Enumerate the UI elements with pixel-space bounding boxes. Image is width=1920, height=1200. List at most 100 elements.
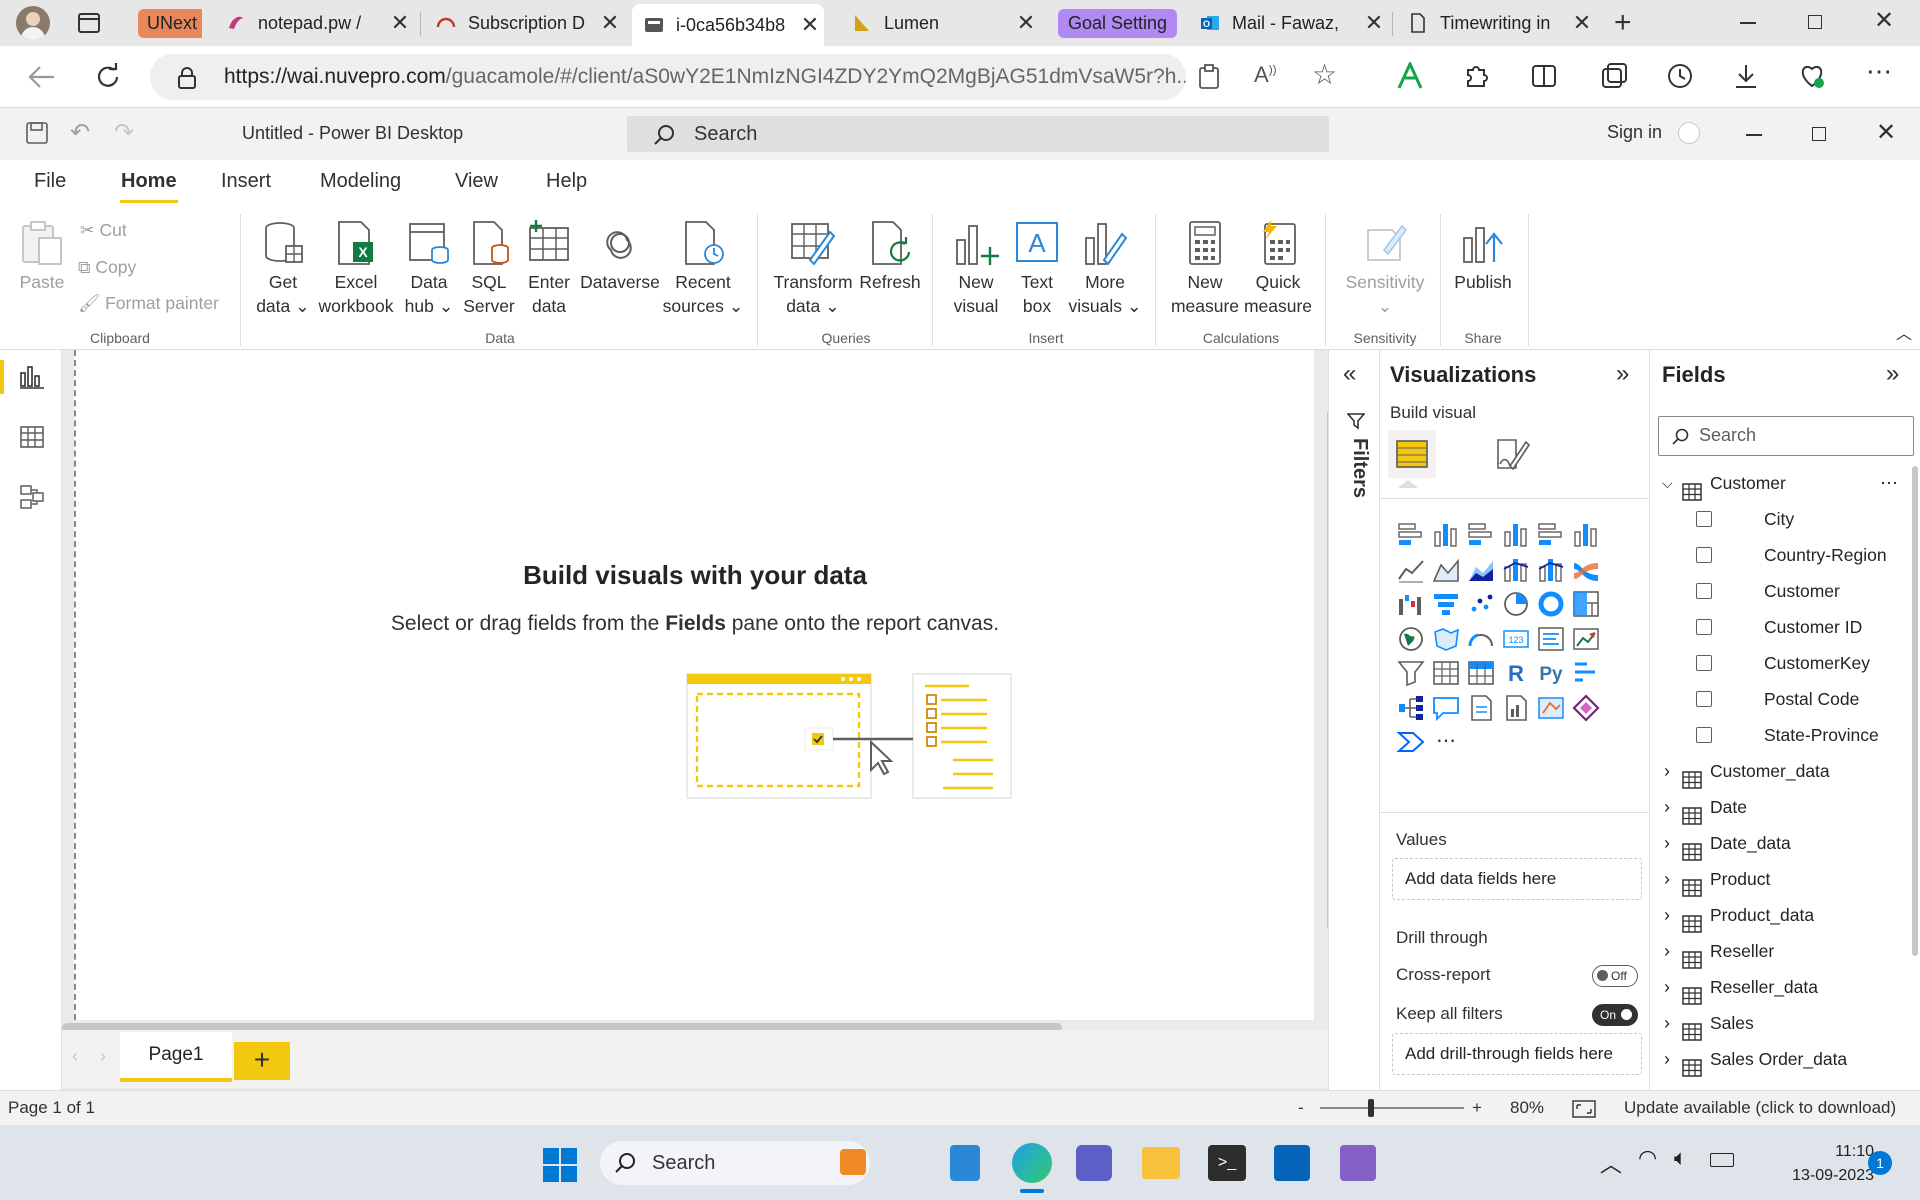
menu-home[interactable]: Home <box>121 170 177 193</box>
field-column[interactable]: Customer <box>1650 574 1920 608</box>
field-checkbox[interactable] <box>1696 619 1712 635</box>
paginated-report-icon[interactable] <box>1501 693 1531 723</box>
new-visual-button[interactable]: New visual <box>944 220 1008 318</box>
field-checkbox[interactable] <box>1696 511 1712 527</box>
notepad-app-icon[interactable] <box>950 1145 980 1181</box>
drill-through-well[interactable]: Add drill-through fields here <box>1392 1033 1642 1075</box>
vs-app-icon[interactable] <box>1340 1145 1376 1181</box>
tab-lumen[interactable]: Lumen ✕ <box>840 5 1040 41</box>
key-influencers-icon[interactable] <box>1571 658 1601 688</box>
update-available-link[interactable]: Update available (click to download) <box>1624 1091 1896 1125</box>
format-visual-tab[interactable] <box>1488 430 1536 478</box>
back-icon[interactable] <box>28 64 56 90</box>
menu-view[interactable]: View <box>455 170 498 193</box>
refresh-icon[interactable] <box>94 63 122 91</box>
treemap-icon[interactable] <box>1571 589 1601 619</box>
report-view-icon[interactable] <box>19 364 45 390</box>
outlook-app-icon[interactable] <box>1274 1145 1310 1181</box>
field-column[interactable]: Customer ID <box>1650 610 1920 644</box>
close-icon[interactable]: ✕ <box>596 10 624 36</box>
field-table[interactable]: › Customer_data <box>1650 754 1920 790</box>
page-tab-page1[interactable]: Page1 <box>120 1032 232 1082</box>
report-canvas[interactable]: Build visuals with your data Select or d… <box>62 350 1335 1033</box>
fields-search-input[interactable]: Search <box>1658 416 1914 456</box>
field-checkbox[interactable] <box>1696 691 1712 707</box>
data-hub-button[interactable]: Data hub ⌄ <box>398 220 460 318</box>
funnel-chart-icon[interactable] <box>1431 589 1461 619</box>
pie-chart-icon[interactable] <box>1501 589 1531 619</box>
slicer-icon[interactable] <box>1396 658 1426 688</box>
stacked-column-chart-icon[interactable] <box>1431 520 1461 550</box>
azure-map-icon[interactable] <box>1536 693 1566 723</box>
smart-narrative-icon[interactable] <box>1466 693 1496 723</box>
power-automate-icon[interactable] <box>1396 727 1426 757</box>
tab-guacamole-active[interactable]: i-0ca56b34b8 ✕ <box>632 4 824 46</box>
minimize-icon[interactable] <box>1746 134 1762 136</box>
scatter-chart-icon[interactable] <box>1466 589 1496 619</box>
line-stacked-column-chart-icon[interactable] <box>1501 555 1531 585</box>
file-explorer-icon[interactable] <box>1142 1147 1180 1179</box>
chevron-down-icon[interactable]: ⌵ <box>1662 466 1673 500</box>
refresh-button[interactable]: Refresh <box>858 220 922 294</box>
chevron-right-icon[interactable]: › <box>1664 934 1670 968</box>
field-table[interactable]: › Sales Order_data <box>1650 1042 1920 1078</box>
collections-icon[interactable] <box>1600 62 1628 90</box>
tab-notepad[interactable]: notepad.pw / ✕ <box>214 5 414 41</box>
app-search-input[interactable]: Search <box>627 116 1329 152</box>
ribbon-chart-icon[interactable] <box>1571 555 1601 585</box>
text-box-button[interactable]: A Text box <box>1008 220 1066 318</box>
history-icon[interactable] <box>1666 62 1694 90</box>
100-stacked-column-chart-icon[interactable] <box>1571 520 1601 550</box>
redo-icon[interactable]: ↷ <box>114 118 134 147</box>
field-table-customer[interactable]: ⌵ Customer ⋯ <box>1650 466 1920 502</box>
teams-app-icon[interactable] <box>1076 1145 1112 1181</box>
chevron-right-icon[interactable]: › <box>1664 826 1670 860</box>
collapse-ribbon-icon[interactable]: ︿ <box>1896 320 1912 344</box>
chevron-right-icon[interactable]: › <box>1664 898 1670 932</box>
sensitivity-button[interactable]: Sensitivity ⌄ <box>1338 220 1432 318</box>
format-painter-button[interactable]: 🖌 Format painter <box>78 293 219 314</box>
model-view-icon[interactable] <box>19 484 45 510</box>
field-table[interactable]: › Product <box>1650 862 1920 898</box>
restore-icon[interactable] <box>1812 127 1826 141</box>
zoom-slider-thumb[interactable] <box>1368 1099 1374 1117</box>
prev-page-icon[interactable]: ‹ <box>72 1046 78 1067</box>
volume-icon[interactable]: 🔈︎ <box>1674 1145 1687 1171</box>
performance-icon[interactable] <box>1798 62 1826 90</box>
menu-insert[interactable]: Insert <box>221 170 271 193</box>
chevron-right-icon[interactable]: › <box>1664 862 1670 896</box>
gauge-icon[interactable] <box>1466 624 1496 654</box>
field-table[interactable]: › Date <box>1650 790 1920 826</box>
save-icon[interactable] <box>26 122 48 144</box>
tab-actions-icon[interactable] <box>78 13 100 33</box>
restore-icon[interactable] <box>1808 15 1822 29</box>
close-icon[interactable]: ✕ <box>1568 10 1596 36</box>
chevron-right-icon[interactable]: › <box>1664 1006 1670 1040</box>
field-column[interactable]: Postal Code <box>1650 682 1920 716</box>
python-visual-icon[interactable]: Py <box>1536 658 1566 688</box>
filters-pane-collapsed[interactable]: « Filters <box>1328 350 1380 1090</box>
profile-avatar[interactable] <box>16 6 50 40</box>
chevron-right-icon[interactable]: › <box>1664 970 1670 1004</box>
field-column[interactable]: City <box>1650 502 1920 536</box>
notification-badge[interactable]: 1 <box>1868 1151 1892 1175</box>
wifi-icon[interactable]: ◠ <box>1638 1145 1657 1171</box>
field-table[interactable]: › Reseller <box>1650 934 1920 970</box>
split-screen-icon[interactable] <box>1530 62 1558 90</box>
next-page-icon[interactable]: › <box>100 1046 106 1067</box>
clock-date[interactable]: 13-09-2023 <box>1764 1167 1874 1185</box>
close-icon[interactable]: ✕ <box>386 10 414 36</box>
menu-help[interactable]: Help <box>546 170 587 193</box>
matrix-icon[interactable] <box>1466 658 1496 688</box>
tab-group-unext[interactable]: UNext <box>134 5 202 41</box>
clock-time[interactable]: 11:10 <box>1804 1143 1874 1161</box>
field-column[interactable]: CustomerKey <box>1650 646 1920 680</box>
sql-server-button[interactable]: SQL Server <box>460 220 518 318</box>
tab-group-goal-setting[interactable]: Goal Setting <box>1054 5 1184 41</box>
taskbar-search[interactable]: Search <box>600 1141 870 1185</box>
close-icon[interactable]: ✕ <box>796 12 824 38</box>
close-window-icon[interactable]: ✕ <box>1874 6 1894 35</box>
minimize-icon[interactable] <box>1740 22 1756 24</box>
start-icon[interactable] <box>542 1147 578 1183</box>
undo-icon[interactable]: ↶ <box>70 118 90 147</box>
